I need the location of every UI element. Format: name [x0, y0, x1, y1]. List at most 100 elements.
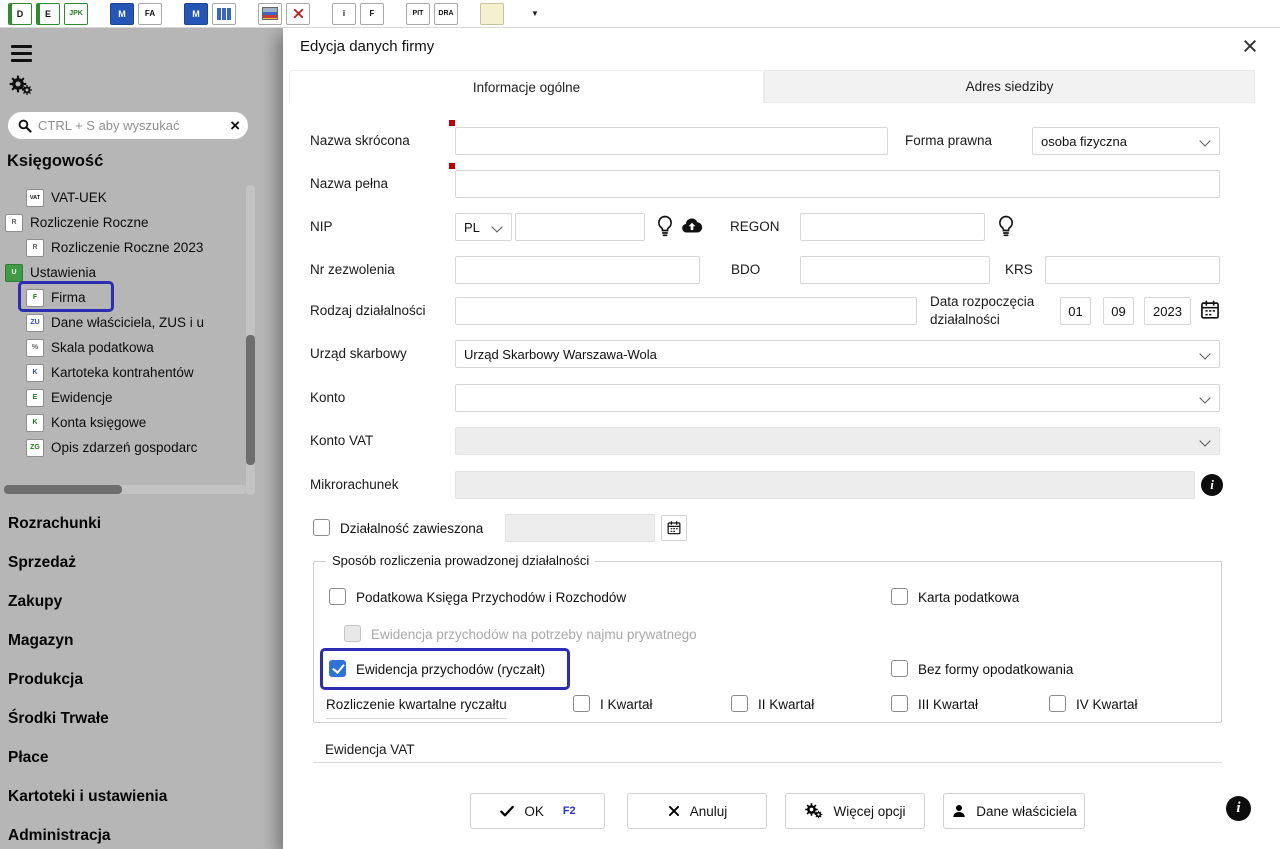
nip-country-select[interactable]: PL [455, 213, 512, 241]
rozliczenie-roczne-icon: R [5, 214, 23, 232]
sidebar-item-zakupy[interactable]: Zakupy [8, 589, 252, 615]
bez-formy-checkbox[interactable] [891, 660, 908, 677]
nip-cloud-upload-icon[interactable] [680, 214, 704, 238]
owner-zus-icon: ZU [26, 314, 44, 332]
kwartal-4-checkbox[interactable] [1049, 695, 1066, 712]
ewidencja-vat-divider [313, 762, 1222, 763]
more-options-button[interactable]: Więcej opcji [785, 793, 925, 829]
toolbar-note-icon[interactable] [480, 3, 504, 25]
tree-vertical-scrollbar[interactable] [246, 335, 255, 465]
sidebar-item-administracja[interactable]: Administracja [8, 823, 252, 849]
settings-gear-icon[interactable] [8, 74, 36, 100]
toolbar-icon-fa[interactable]: FA [138, 3, 162, 25]
close-icon[interactable]: × [1234, 30, 1266, 62]
tree-item-konta-ksiegowe[interactable]: K Konta księgowe [26, 410, 244, 435]
chevron-down-icon [1199, 435, 1210, 446]
toolbar-icon-dra[interactable]: DRA [434, 3, 458, 25]
kwartal-1-checkbox[interactable] [573, 695, 590, 712]
nip-label: NIP [310, 219, 333, 234]
forma-prawna-select[interactable]: osoba fizyczna [1032, 127, 1220, 155]
data-rozpoczecia-month-input[interactable] [1103, 297, 1134, 325]
toolbar-icon-m2[interactable]: M [184, 3, 208, 25]
clear-search-icon[interactable]: × [230, 117, 240, 134]
nr-zezwolenia-input[interactable] [455, 256, 700, 284]
toolbar-table-icon[interactable] [212, 3, 236, 25]
rodzaj-dzialalnosci-input[interactable] [455, 297, 917, 325]
dzialalnosc-zawieszona-date-input[interactable] [505, 514, 655, 542]
sidebar-item-sprzedaz[interactable]: Sprzedaż [8, 550, 252, 576]
tree-item-kartoteka-kontrahentow[interactable]: K Kartoteka kontrahentów [26, 360, 244, 385]
tree-item-ewidencje[interactable]: E Ewidencje [26, 385, 244, 410]
tree-item-dane-wlasciciela[interactable]: ZU Dane właściciela, ZUS i u [26, 310, 244, 335]
dialog-title: Edycja danych firmy [300, 38, 434, 55]
toolbar-icon-e[interactable]: E [36, 3, 60, 25]
sidebar: × Księgowość VAT VAT-UEK R Rozliczenie R… [0, 28, 260, 849]
zawieszona-calendar-button[interactable] [661, 515, 687, 541]
toolbar-icon-f-doc[interactable]: F [360, 3, 384, 25]
search-input[interactable] [38, 118, 230, 133]
toolbar-icon-m1[interactable]: M [110, 3, 134, 25]
tree-item-rozliczenie-roczne[interactable]: R Rozliczenie Roczne [5, 210, 244, 235]
mikrorachunek-info-icon[interactable]: i [1201, 474, 1223, 496]
tree-item-firma[interactable]: F Firma [26, 285, 244, 310]
cancel-button[interactable]: Anuluj [627, 793, 767, 829]
dzialalnosc-zawieszona-checkbox[interactable] [313, 519, 330, 536]
konto-vat-select[interactable] [455, 427, 1220, 455]
calendar-icon [666, 520, 682, 536]
data-rozpoczecia-day-input[interactable] [1060, 297, 1091, 325]
nip-lightbulb-icon[interactable] [653, 214, 677, 238]
sposob-rozliczenia-groupbox: Sposób rozliczenia prowadzonej działalno… [313, 561, 1222, 723]
sidebar-item-magazyn[interactable]: Magazyn [8, 628, 252, 654]
toolbar-icon-info-doc[interactable]: i [332, 3, 356, 25]
sidebar-item-srodki-trwale[interactable]: Środki Trwałe [8, 706, 252, 732]
menu-hamburger-icon[interactable] [11, 45, 33, 62]
sidebar-item-rozrachunki[interactable]: Rozrachunki [8, 511, 252, 537]
kwartal-3-checkbox[interactable] [891, 695, 908, 712]
toolbar-icon-d[interactable]: D [8, 3, 32, 25]
kwartal-2-checkbox[interactable] [731, 695, 748, 712]
karta-podatkowa-checkbox[interactable] [891, 588, 908, 605]
kpir-checkbox[interactable] [329, 588, 346, 605]
nip-input[interactable] [515, 213, 645, 241]
krs-input[interactable] [1045, 256, 1220, 284]
dialog-info-button[interactable]: i [1226, 796, 1251, 821]
nazwa-pelna-input[interactable] [455, 170, 1220, 198]
konto-select[interactable] [455, 384, 1220, 412]
tab-informacje-ogolne[interactable]: Informacje ogólne [289, 70, 764, 103]
ryczalt-label: Ewidencja przychodów (ryczałt) [356, 662, 545, 677]
rodzaj-dzialalnosci-label: Rodzaj działalności [310, 303, 426, 318]
toolbar-icon-pit[interactable]: PIT [406, 3, 430, 25]
regon-input[interactable] [800, 213, 985, 241]
toolbar-more-dropdown[interactable]: ▼ [526, 3, 544, 25]
sidebar-item-place[interactable]: Płace [8, 745, 252, 771]
bdo-input[interactable] [800, 256, 990, 284]
toolbar-delete-icon[interactable] [286, 3, 310, 25]
sidebar-item-kartoteki-i-ustawienia[interactable]: Kartoteki i ustawienia [8, 784, 252, 810]
rozliczenie-kwartalne-label: Rozliczenie kwartalne ryczałtu [326, 697, 507, 719]
sidebar-item-produkcja[interactable]: Produkcja [8, 667, 252, 693]
regon-lightbulb-icon[interactable] [994, 214, 1018, 238]
konto-vat-label: Konto VAT [310, 433, 373, 448]
tree-item-opis-zdarzen[interactable]: ZG Opis zdarzeń gospodarc [26, 435, 244, 460]
ok-button[interactable]: OK F2 [470, 793, 605, 829]
toolbar-printer-icon[interactable] [258, 3, 282, 25]
nazwa-skrocona-input[interactable] [455, 127, 888, 155]
tree-item-vat-uek[interactable]: VAT VAT-UEK [26, 185, 244, 210]
ryczalt-checkbox[interactable] [329, 660, 346, 677]
toolbar-icon-jpk[interactable]: JPK [64, 3, 88, 25]
data-rozpoczecia-year-input[interactable] [1144, 297, 1191, 325]
data-rozpoczecia-calendar-icon[interactable] [1199, 299, 1221, 321]
search-box[interactable]: × [8, 112, 248, 139]
tree-item-ustawienia[interactable]: U Ustawienia [5, 260, 244, 285]
tab-adres-siedziby[interactable]: Adres siedziby [764, 70, 1255, 103]
urzad-skarbowy-label: Urząd skarbowy [310, 346, 407, 361]
mikrorachunek-input[interactable] [455, 471, 1195, 499]
groupbox-legend: Sposób rozliczenia prowadzonej działalno… [326, 553, 595, 568]
tree-item-skala-podatkowa[interactable]: % Skala podatkowa [26, 335, 244, 360]
forma-prawna-label: Forma prawna [905, 133, 992, 148]
urzad-skarbowy-select[interactable]: Urząd Skarbowy Warszawa-Wola [455, 340, 1220, 368]
gear-icon [804, 802, 824, 820]
tree-horizontal-scrollbar[interactable] [4, 485, 122, 494]
owner-data-button[interactable]: Dane właściciela [943, 793, 1085, 829]
tree-item-rozliczenie-roczne-2023[interactable]: R Rozliczenie Roczne 2023 [26, 235, 244, 260]
